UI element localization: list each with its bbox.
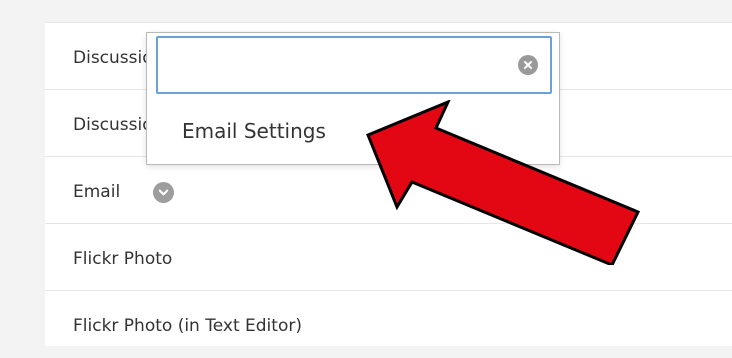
search-box (156, 36, 552, 94)
chevron-down-icon-glyph (158, 189, 169, 196)
list-item-label: Flickr Photo (in Text Editor) (73, 316, 302, 336)
clear-icon-glyph (524, 61, 532, 69)
menu-item-email-settings[interactable]: Email Settings (182, 118, 326, 144)
chevron-down-icon[interactable] (153, 182, 174, 203)
list-item-label: Email (73, 182, 121, 202)
list-item-label: Flickr Photo (73, 249, 173, 269)
search-input[interactable] (166, 50, 506, 80)
list-item[interactable]: Flickr Photo (in Text Editor) (45, 291, 732, 358)
clear-icon[interactable] (518, 55, 538, 75)
red-arrow-icon (366, 100, 641, 265)
